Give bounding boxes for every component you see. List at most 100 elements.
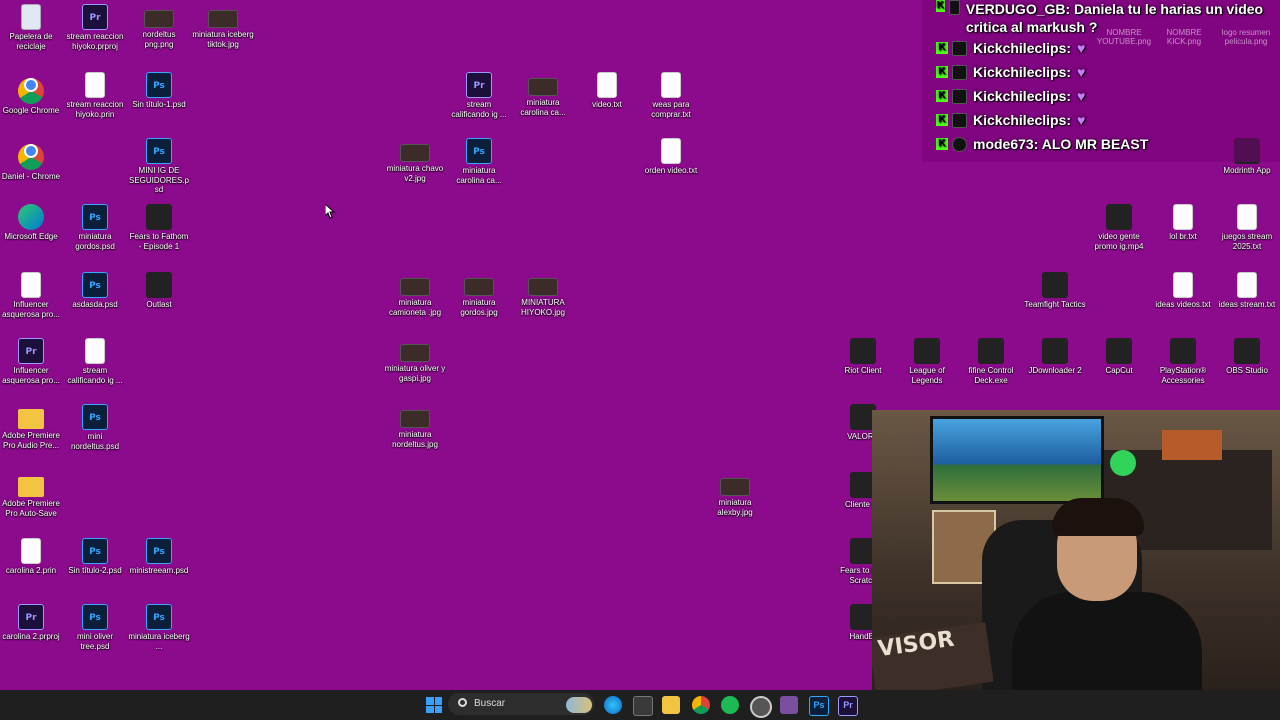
desktop-icon[interactable]: League of Legends [896, 338, 958, 385]
desktop-icon[interactable]: Pr Influencer asquerosa pro... [0, 338, 62, 385]
desktop-icon[interactable]: JDownloader 2 [1024, 338, 1086, 376]
desktop-icon[interactable]: Outlast [128, 272, 190, 310]
desktop-icon[interactable]: Microsoft Edge [0, 204, 62, 242]
desktop-icon[interactable]: video.txt [576, 72, 638, 110]
desktop-icon[interactable]: miniatura chavo v2.jpg [384, 138, 446, 183]
desktop-icon[interactable]: miniatura gordos.jpg [448, 272, 510, 317]
image-file-icon [464, 278, 494, 296]
desktop-icon[interactable]: carolina 2.prin [0, 538, 62, 576]
desktop-icon[interactable]: Adobe Premiere Pro Auto-Save [0, 472, 62, 518]
desktop-icon[interactable]: fifine Control Deck.exe [960, 338, 1022, 385]
folder-icon [18, 409, 44, 429]
desktop-icon[interactable]: CapCut [1088, 338, 1150, 376]
desktop-icon[interactable]: MINIATURA HIYOKO.jpg [512, 272, 574, 317]
desktop-icon[interactable]: miniatura oliver y gaspi.jpg [384, 338, 446, 383]
chrome-center-icon [24, 78, 38, 92]
search-icon [458, 698, 467, 707]
desktop-icon[interactable]: ideas stream.txt [1216, 272, 1278, 310]
desktop-icon[interactable]: video gente promo ig.mp4 [1088, 204, 1150, 251]
photoshop-file-icon: Ps [82, 604, 108, 630]
photoshop-file-icon: Ps [146, 538, 172, 564]
desktop-icon[interactable]: Influencer asquerosa pro... [0, 272, 62, 319]
photoshop-file-icon: Ps [466, 138, 492, 164]
windows-logo-icon [426, 705, 434, 713]
file-explorer-taskbar-icon[interactable] [662, 696, 680, 714]
desktop-icon[interactable]: Ps miniatura iceberg ... [128, 604, 190, 651]
desktop-icon[interactable]: Ps MINI IG DE SEGUIDORES.psd [128, 138, 190, 195]
photoshop-taskbar-icon[interactable]: Ps [809, 696, 829, 716]
desktop-icon-label: stream reaccion hiyoko.prin [66, 100, 124, 119]
photoshop-file-icon: Ps [82, 404, 108, 430]
desktop-icon[interactable]: juegos stream 2025.txt [1216, 204, 1278, 251]
edge-taskbar-icon[interactable] [604, 696, 622, 714]
desktop-icon[interactable]: Pr stream calificando ig ... [448, 72, 510, 119]
desktop-icon-label: Adobe Premiere Pro Auto-Save [2, 499, 60, 518]
desktop-icon[interactable]: nordeltus png.png [128, 4, 190, 49]
desktop-icon-label: carolina 2.prin [5, 566, 57, 575]
desktop-icon-label: fifine Control Deck.exe [968, 366, 1014, 385]
desktop-icon-label: miniatura gordos.jpg [460, 298, 498, 317]
app-taskbar-icon[interactable] [780, 696, 798, 714]
desktop-icon[interactable]: ideas videos.txt [1152, 272, 1214, 310]
kick-badge-icon: K [936, 0, 945, 12]
desktop-icon-label: miniatura chavo v2.jpg [386, 164, 444, 183]
desktop-icon[interactable]: lol br.txt [1152, 204, 1214, 242]
premiere-taskbar-icon[interactable]: Pr [838, 696, 858, 716]
chrome-center-icon [24, 144, 38, 158]
desktop-icon[interactable]: Papelera de reciclaje [0, 4, 62, 51]
desktop-icon[interactable]: Pr carolina 2.prproj [0, 604, 62, 642]
desktop-icon[interactable]: Ps Sin título-2.psd [64, 538, 126, 576]
desktop-icon[interactable]: Ps miniatura gordos.psd [64, 204, 126, 251]
chrome-taskbar-icon[interactable] [692, 696, 710, 714]
start-button[interactable] [426, 697, 442, 713]
desktop-icon[interactable]: Adobe Premiere Pro Audio Pre... [0, 404, 62, 450]
desktop-icon[interactable]: orden video.txt [640, 138, 702, 176]
desktop-icon[interactable]: stream calificando ig ... [64, 338, 126, 385]
chat-message-text: Kickchileclips: [973, 64, 1072, 80]
store-taskbar-icon[interactable] [633, 696, 653, 716]
desktop-icon-label: video.txt [592, 100, 622, 109]
image-file-icon [528, 278, 558, 296]
desktop-icon[interactable]: weas para comprar.txt [640, 72, 702, 119]
desktop-icon[interactable]: Daniel - Chrome [0, 138, 62, 182]
application-icon [1170, 338, 1196, 364]
desktop-icon-label: miniatura iceberg tiktok.jpg [192, 30, 254, 49]
desktop-icon[interactable]: Google Chrome [0, 72, 62, 116]
chrome-icon [18, 144, 44, 170]
application-icon [146, 204, 172, 230]
obs-taskbar-icon[interactable] [750, 696, 772, 718]
desktop-icon[interactable]: OBS Studio [1216, 338, 1278, 376]
desktop-icon[interactable]: Ps ministreeam.psd [128, 538, 190, 576]
desktop-icon-label: PlayStation® Accessories [1159, 366, 1207, 385]
desktop-icon[interactable]: Teamfight Tactics [1024, 272, 1086, 310]
search-highlight-icon [566, 697, 592, 713]
mouse-cursor-icon [325, 204, 336, 219]
text-file-icon [1173, 204, 1193, 230]
folder-icon [18, 477, 44, 497]
desktop-icon[interactable]: miniatura camioneta .jpg [384, 272, 446, 317]
user-badge-icon [948, 0, 960, 15]
image-file-icon [528, 78, 558, 96]
spotify-taskbar-icon[interactable] [721, 696, 739, 714]
desktop-icon[interactable]: Riot Client [832, 338, 894, 376]
desktop-icon[interactable]: miniatura iceberg tiktok.jpg [192, 4, 254, 49]
desktop-icon-label: Influencer asquerosa pro... [2, 366, 60, 385]
desktop-icon[interactable]: Ps mini nordeltus.psd [64, 404, 126, 451]
desktop-icon[interactable]: Ps asdasda.psd [64, 272, 126, 310]
desktop-icon[interactable]: Fears to Fathom - Episode 1 [128, 204, 190, 251]
desktop-icon[interactable]: miniatura nordeltus.jpg [384, 404, 446, 449]
desktop-icon-label: Fears to Fathom - Episode 1 [129, 232, 189, 251]
desktop-icon[interactable]: stream reaccion hiyoko.prin [64, 72, 126, 119]
photoshop-file-icon: Ps [82, 204, 108, 230]
desktop-icon[interactable]: Ps Sin título-1.psd [128, 72, 190, 110]
desktop-icon-label: miniatura nordeltus.jpg [392, 430, 438, 449]
desktop-icon[interactable]: miniatura alexby.jpg [704, 472, 766, 517]
webcam-overlay: VISOR [872, 410, 1280, 690]
desktop-icon[interactable]: Pr stream reaccion hiyoko.prproj [64, 4, 126, 51]
desktop-icon[interactable]: Ps mini oliver tree.psd [64, 604, 126, 651]
desktop-icon[interactable]: PlayStation® Accessories [1152, 338, 1214, 385]
user-badge-icon [952, 136, 967, 152]
desktop-icon[interactable]: Ps miniatura carolina ca... [448, 138, 510, 185]
application-icon [1106, 338, 1132, 364]
desktop-icon[interactable]: miniatura carolina ca... [512, 72, 574, 117]
